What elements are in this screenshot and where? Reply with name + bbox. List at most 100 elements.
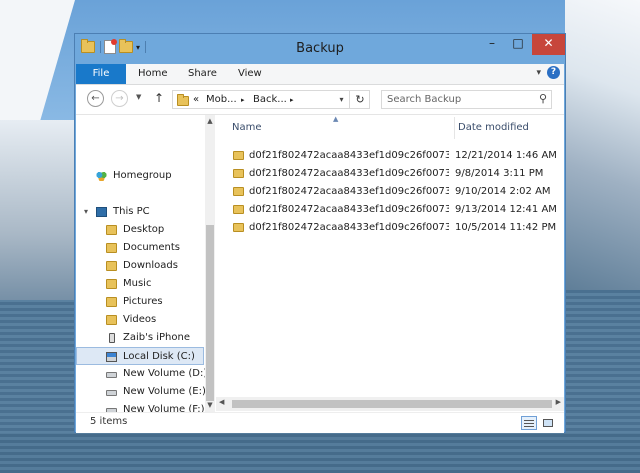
column-header-date-modified[interactable]: Date modified bbox=[458, 115, 529, 140]
sidebar-item-homegroup[interactable]: Homegroup bbox=[76, 167, 204, 185]
maximize-button[interactable]: □ bbox=[505, 34, 531, 55]
forward-button[interactable]: → bbox=[111, 90, 128, 107]
minimize-button[interactable]: – bbox=[479, 34, 505, 55]
tab-home[interactable]: Home bbox=[138, 64, 168, 84]
file-date: 10/5/2014 11:42 PM bbox=[455, 222, 557, 233]
sidebar-item-volume-d[interactable]: New Volume (D:) bbox=[76, 365, 208, 383]
scroll-left-icon[interactable]: ◀ bbox=[219, 398, 224, 406]
scroll-down-icon[interactable]: ▼ bbox=[205, 401, 215, 409]
breadcrumb-separator[interactable]: ▸ bbox=[241, 96, 245, 104]
sidebar-item-label: New Volume (F:) bbox=[123, 404, 204, 412]
sidebar-item-label: Downloads bbox=[123, 260, 178, 271]
sidebar-item-documents[interactable]: Documents bbox=[76, 239, 204, 257]
refresh-button[interactable]: ↻ bbox=[350, 90, 370, 109]
breadcrumb-overflow[interactable]: « bbox=[193, 94, 199, 105]
ribbon-right-controls: ▾ ? bbox=[536, 66, 560, 79]
folder-icon bbox=[106, 297, 117, 307]
search-input[interactable] bbox=[382, 91, 537, 108]
sidebar-item-label: Pictures bbox=[123, 296, 163, 307]
sidebar-item-downloads[interactable]: Downloads bbox=[76, 257, 204, 275]
search-box[interactable]: ⚲ bbox=[381, 90, 552, 109]
list-item[interactable]: d0f21f802472acaa8433ef1d09c26f0073d27...… bbox=[230, 201, 560, 219]
folder-icon bbox=[106, 225, 117, 235]
list-item[interactable]: d0f21f802472acaa8433ef1d09c26f0073d27...… bbox=[230, 165, 560, 183]
sidebar-item-label: Zaib's iPhone bbox=[123, 332, 190, 343]
folder-icon bbox=[106, 243, 117, 253]
scrollbar-thumb[interactable] bbox=[206, 225, 214, 401]
navigation-pane-scrollbar[interactable]: ▲ ▼ bbox=[205, 115, 215, 412]
breadcrumb-separator[interactable]: ▸ bbox=[290, 96, 294, 104]
homegroup-icon bbox=[96, 171, 107, 181]
sidebar-item-desktop[interactable]: Desktop bbox=[76, 221, 204, 239]
address-dropdown-icon[interactable]: ▾ bbox=[334, 90, 350, 109]
scroll-right-icon[interactable]: ▶ bbox=[556, 398, 561, 406]
file-name: d0f21f802472acaa8433ef1d09c26f0073d27... bbox=[249, 204, 449, 215]
up-button[interactable]: ↑ bbox=[154, 91, 164, 105]
drive-icon bbox=[106, 372, 117, 378]
file-list-horizontal-scrollbar[interactable]: ◀ ▶ bbox=[216, 397, 564, 411]
tab-view[interactable]: View bbox=[238, 64, 262, 84]
search-icon[interactable]: ⚲ bbox=[539, 92, 547, 105]
explorer-window: ▾ Backup – □ ✕ File Home Share View ▾ ? … bbox=[74, 33, 566, 433]
mountain-left-slope bbox=[0, 120, 75, 310]
sidebar-item-volume-f[interactable]: New Volume (F:) bbox=[76, 401, 204, 412]
recent-locations-icon[interactable]: ▼ bbox=[136, 93, 141, 101]
breadcrumb-backup[interactable]: Back... bbox=[253, 94, 287, 105]
file-name: d0f21f802472acaa8433ef1d09c26f0073d27... bbox=[249, 150, 449, 161]
sidebar-item-volume-e[interactable]: New Volume (E:) bbox=[76, 383, 206, 401]
navigation-pane: Homegroup ▾ This PC Desktop Documents Do… bbox=[76, 115, 215, 412]
file-date: 9/10/2014 2:02 AM bbox=[455, 186, 551, 197]
scrollbar-thumb[interactable] bbox=[232, 400, 552, 408]
list-item[interactable]: d0f21f802472acaa8433ef1d09c26f0073d27...… bbox=[230, 183, 560, 201]
details-view-icon[interactable] bbox=[521, 416, 537, 430]
expand-ribbon-icon[interactable]: ▾ bbox=[536, 68, 541, 78]
sidebar-item-local-disk-c[interactable]: Local Disk (C:) bbox=[76, 347, 204, 365]
sort-ascending-icon: ▲ bbox=[333, 115, 339, 123]
sidebar-item-label: New Volume (E:) bbox=[123, 386, 206, 397]
sidebar-item-label: Documents bbox=[123, 242, 181, 253]
file-name: d0f21f802472acaa8433ef1d09c26f0073d27... bbox=[249, 168, 449, 179]
help-icon[interactable]: ? bbox=[547, 66, 560, 79]
sidebar-item-label: Homegroup bbox=[113, 170, 172, 181]
sidebar-item-label: Videos bbox=[123, 314, 157, 325]
close-button[interactable]: ✕ bbox=[532, 34, 565, 55]
disk-icon bbox=[106, 352, 117, 362]
file-date: 12/21/2014 1:46 AM bbox=[455, 150, 557, 161]
sidebar-item-label: Desktop bbox=[123, 224, 165, 235]
tab-share[interactable]: Share bbox=[188, 64, 217, 84]
sidebar-item-pictures[interactable]: Pictures bbox=[76, 293, 204, 311]
large-icons-view-icon[interactable] bbox=[541, 416, 555, 430]
folder-icon bbox=[233, 223, 244, 232]
folder-icon bbox=[233, 151, 244, 160]
sidebar-item-videos[interactable]: Videos bbox=[76, 311, 204, 329]
computer-icon bbox=[96, 207, 107, 217]
sidebar-item-label: Music bbox=[123, 278, 152, 289]
drive-icon bbox=[106, 390, 117, 396]
sidebar-item-iphone[interactable]: Zaib's iPhone bbox=[76, 329, 204, 347]
column-separator[interactable] bbox=[454, 117, 455, 139]
file-date: 9/8/2014 3:11 PM bbox=[455, 168, 544, 179]
sidebar-item-label: New Volume (D:) bbox=[123, 368, 208, 379]
folder-icon bbox=[106, 279, 117, 289]
lake-bottom bbox=[0, 433, 640, 473]
column-header-name[interactable]: Name bbox=[232, 115, 262, 140]
status-bar: 5 items bbox=[76, 412, 564, 433]
ribbon: File Home Share View ▾ ? bbox=[76, 64, 564, 85]
back-button[interactable]: ← bbox=[87, 90, 104, 107]
breadcrumb-mobilesync[interactable]: Mob... bbox=[206, 94, 237, 105]
collapse-icon[interactable]: ▾ bbox=[84, 203, 88, 221]
list-item[interactable]: d0f21f802472acaa8433ef1d09c26f0073d27...… bbox=[230, 147, 560, 165]
title-bar[interactable]: ▾ Backup – □ ✕ bbox=[75, 34, 565, 64]
sidebar-item-label: This PC bbox=[113, 206, 150, 217]
folder-icon bbox=[106, 315, 117, 325]
scroll-up-icon[interactable]: ▲ bbox=[205, 117, 215, 125]
sidebar-item-this-pc[interactable]: ▾ This PC bbox=[76, 203, 204, 221]
sidebar-item-music[interactable]: Music bbox=[76, 275, 204, 293]
file-list: ▲ Name Date modified d0f21f802472acaa843… bbox=[216, 115, 564, 412]
folder-icon bbox=[233, 205, 244, 214]
folder-icon bbox=[233, 169, 244, 178]
file-name: d0f21f802472acaa8433ef1d09c26f0073d27... bbox=[249, 222, 449, 233]
tab-file[interactable]: File bbox=[76, 64, 126, 84]
sidebar-item-label: Local Disk (C:) bbox=[123, 351, 195, 362]
list-item[interactable]: d0f21f802472acaa8433ef1d09c26f0073d27...… bbox=[230, 219, 560, 237]
